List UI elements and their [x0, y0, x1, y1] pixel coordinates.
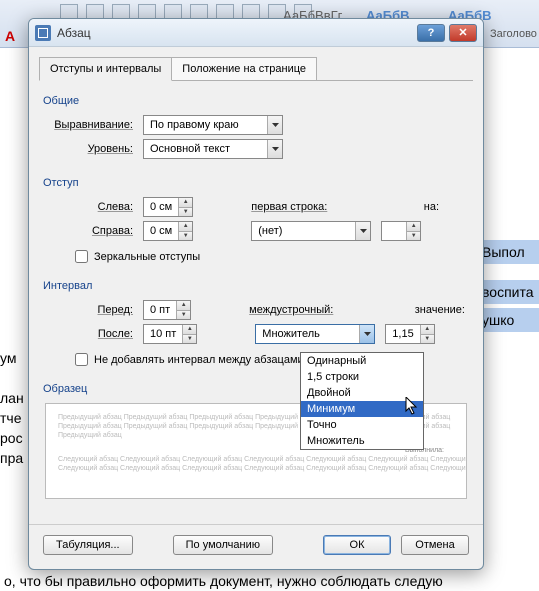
cancel-button[interactable]: Отмена	[401, 535, 469, 555]
level-combo[interactable]: Основной текст	[143, 139, 283, 159]
indent-left-spinner[interactable]: 0 см ▲▼	[143, 197, 193, 217]
group-indent: Отступ	[43, 177, 469, 189]
after-spinner[interactable]: 10 пт ▲▼	[143, 324, 197, 344]
dropdown-item[interactable]: Множитель	[301, 433, 423, 449]
paragraph-dialog: Абзац ? ✕ Отступы и интервалы Положение …	[28, 18, 484, 570]
linespacing-label: междустрочный:	[249, 304, 333, 316]
by-spinner[interactable]: ▲▼	[381, 221, 421, 241]
help-button[interactable]: ?	[417, 24, 445, 42]
level-label: Уровень:	[43, 143, 133, 155]
linespacing-combo[interactable]: Множитель	[255, 324, 375, 344]
close-button[interactable]: ✕	[449, 24, 477, 42]
value-spinner[interactable]: 1,15 ▲▼	[385, 324, 434, 344]
dialog-title: Абзац	[57, 26, 413, 40]
indent-right-spinner[interactable]: 0 см ▲▼	[143, 221, 193, 241]
alignment-combo[interactable]: По правому краю	[143, 115, 283, 135]
chevron-down-icon[interactable]	[355, 222, 370, 240]
chevron-down-icon[interactable]	[267, 116, 282, 134]
alignment-label: Выравнивание:	[43, 119, 133, 131]
chevron-down-icon[interactable]	[267, 140, 282, 158]
dropdown-item[interactable]: Точно	[301, 417, 423, 433]
default-button[interactable]: По умолчанию	[173, 535, 273, 555]
dropdown-item[interactable]: 1,5 строки	[301, 369, 423, 385]
document-text-bottom: о, что бы правильно оформить документ, н…	[0, 571, 539, 591]
style-label-1: Заголово	[490, 28, 537, 40]
indent-right-label: Справа:	[43, 225, 133, 237]
after-label: После:	[43, 328, 133, 340]
dropdown-item[interactable]: Одинарный	[301, 353, 423, 369]
linespacing-dropdown[interactable]: Одинарный 1,5 строки Двойной Минимум Точ…	[300, 352, 424, 450]
tab-indents[interactable]: Отступы и интервалы	[39, 57, 172, 81]
dropdown-item[interactable]: Двойной	[301, 385, 423, 401]
dropdown-item-hover[interactable]: Минимум	[301, 401, 423, 417]
group-general: Общие	[43, 95, 469, 107]
group-spacing: Интервал	[43, 280, 469, 292]
chevron-down-icon[interactable]	[359, 325, 374, 343]
firstline-label: первая строка:	[251, 201, 327, 213]
font-color-icon: A	[0, 28, 20, 46]
firstline-combo[interactable]: (нет)	[251, 221, 371, 241]
dialog-titlebar[interactable]: Абзац ? ✕	[29, 19, 483, 47]
before-spinner[interactable]: 0 пт ▲▼	[143, 300, 191, 320]
before-label: Перед:	[43, 304, 133, 316]
by-label: на:	[424, 201, 439, 213]
value-label: значение:	[415, 304, 465, 316]
tab-position[interactable]: Положение на странице	[171, 57, 317, 81]
dialog-icon	[35, 25, 51, 41]
indent-left-label: Слева:	[43, 201, 133, 213]
mirror-checkbox[interactable]: Зеркальные отступы	[71, 247, 469, 266]
ok-button[interactable]: ОК	[323, 535, 391, 555]
tabs-button[interactable]: Табуляция...	[43, 535, 133, 555]
